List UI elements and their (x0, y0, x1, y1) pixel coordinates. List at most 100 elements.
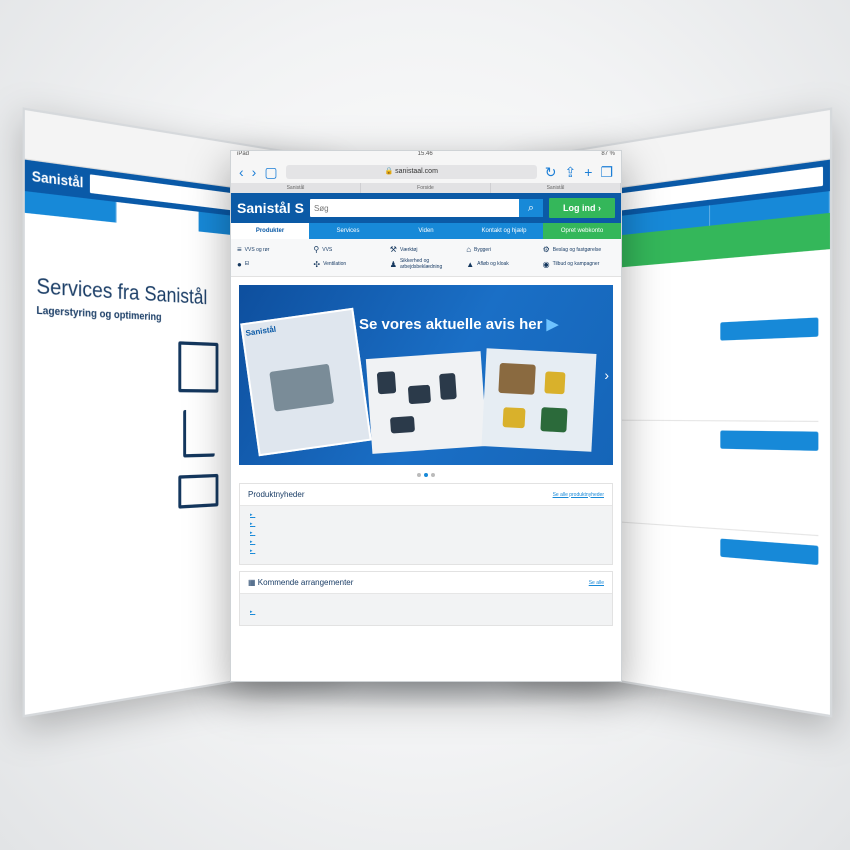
drill-icon (390, 416, 415, 434)
clock: 15.46 (418, 151, 433, 161)
category-item[interactable]: ≡ VVS og rør (237, 245, 309, 254)
panel-title: Produktnyheder (248, 490, 304, 499)
category-item[interactable]: ● El (237, 258, 309, 270)
bulb-icon: ● (237, 260, 242, 269)
category-label: El (245, 261, 249, 267)
back-icon[interactable]: ‹ (239, 165, 244, 179)
offer-icon: ◉ (543, 260, 550, 269)
browser-tab-active[interactable]: Forside (361, 183, 491, 193)
faucet-icon: ⚲ (313, 245, 319, 254)
site-header: Sanistål S ⌕ Log ind › (231, 193, 621, 223)
category-item[interactable]: ♟ Sikkerhed og arbejdsbeklædning (390, 258, 462, 270)
news-list (240, 506, 612, 564)
browser-tab[interactable]: Sanistål (491, 183, 621, 193)
news-link[interactable] (250, 520, 602, 529)
right-add-to-cart-button[interactable] (720, 430, 818, 450)
category-label: VVS (322, 247, 332, 253)
banner-chevron-icon: ▶ (547, 316, 559, 333)
carousel-dot-active[interactable] (424, 473, 428, 477)
shelving-icon (178, 341, 218, 392)
category-item[interactable]: ✣ Ventilation (313, 258, 385, 270)
reload-icon[interactable]: ↻ (545, 165, 557, 179)
category-item[interactable]: ⚒ Værktøj (390, 245, 462, 254)
news-link[interactable] (250, 547, 602, 556)
category-label: VVS og rør (245, 247, 270, 253)
category-item[interactable]: ⚙ Beslag og fastgørelse (543, 245, 615, 254)
carousel-dot[interactable] (431, 473, 435, 477)
drill-icon (408, 385, 431, 404)
category-label: Værktøj (400, 247, 418, 253)
forward-icon[interactable]: › (252, 165, 257, 179)
center-tablet: iPad 15.46 87 % ‹ › ▢ 🔒 sanistaal.com ↻ … (230, 150, 622, 682)
panel-header: ▦ Kommende arrangementer Se alle (240, 572, 612, 594)
calendar-icon: ▦ (248, 578, 256, 587)
product-news-panel: Produktnyheder Se alle produktnyheder (239, 483, 613, 565)
category-label: Sikkerhed og arbejdsbeklædning (400, 258, 462, 270)
new-tab-icon[interactable]: + (584, 165, 592, 179)
category-label: Byggeri (474, 247, 491, 253)
site-logo[interactable]: Sanistål S (237, 200, 304, 216)
login-button[interactable]: Log ind › (549, 198, 615, 218)
share-icon[interactable]: ⇪ (565, 165, 577, 179)
drill-icon (544, 371, 565, 394)
category-item[interactable]: ⌂ Byggeri (466, 245, 538, 254)
magazine-spread-left (366, 351, 487, 454)
nav-create-account[interactable]: Opret webkonto (543, 223, 621, 239)
drill-icon (377, 371, 396, 394)
main-nav: Produkter Services Viden Kontakt og hjæl… (231, 223, 621, 239)
left-logo: Sanistål (32, 168, 84, 191)
drain-icon: ▲ (466, 260, 474, 269)
magazine-cover-image: Sanistål (240, 308, 372, 457)
news-link[interactable] (250, 538, 602, 547)
status-bar: iPad 15.46 87 % (231, 151, 621, 161)
nav-tab-products[interactable]: Produkter (231, 223, 309, 239)
worker-photo (498, 363, 536, 395)
category-label: Tilbud og kampagner (553, 261, 600, 267)
worker-photo (269, 364, 334, 412)
tabs-icon[interactable]: ❐ (600, 165, 613, 179)
browser-tab[interactable]: Sanistål (231, 183, 361, 193)
category-item[interactable]: ⚲ VVS (313, 245, 385, 254)
bookmarks-icon[interactable]: ▢ (264, 165, 277, 179)
pipe-icon: ≡ (237, 245, 242, 254)
right-add-to-cart-button[interactable] (720, 539, 818, 565)
promo-banner[interactable]: Sanistål Se vores aktuelle avis her ▶ › (239, 285, 613, 465)
drill-icon (503, 407, 526, 428)
banner-headline-text: Se vores aktuelle avis her (359, 316, 542, 333)
hand-truck-icon (183, 410, 214, 458)
news-link[interactable] (250, 511, 602, 520)
screw-icon: ⚙ (543, 245, 550, 254)
search-input[interactable] (310, 204, 519, 213)
person-icon: ♟ (390, 260, 397, 269)
search-icon[interactable]: ⌕ (519, 199, 543, 217)
news-link[interactable] (250, 529, 602, 538)
magazine-spread-right (482, 348, 597, 452)
carousel-dot[interactable] (417, 473, 421, 477)
panel-title-text: Kommende arrangementer (258, 578, 354, 587)
category-item[interactable]: ▲ Afløb og kloak (466, 258, 538, 270)
magazine-logo: Sanistål (245, 325, 277, 338)
event-link[interactable] (250, 608, 602, 617)
events-panel: ▦ Kommende arrangementer Se alle (239, 571, 613, 626)
browser-tabs: Sanistål Forside Sanistål (231, 183, 621, 193)
category-label: Beslag og fastgørelse (553, 247, 601, 253)
logo-mark-icon: S (295, 200, 304, 216)
nav-tab-knowledge[interactable]: Viden (387, 223, 465, 239)
nav-tab-contact[interactable]: Kontakt og hjælp (465, 223, 543, 239)
building-icon: ⌂ (466, 245, 471, 254)
panel-header: Produktnyheder Se alle produktnyheder (240, 484, 612, 506)
drill-icon (540, 407, 567, 432)
fan-icon: ✣ (313, 260, 320, 269)
see-all-events-link[interactable]: Se alle (589, 580, 604, 586)
search-box: ⌕ (310, 199, 543, 217)
see-all-news-link[interactable]: Se alle produktnyheder (553, 492, 604, 498)
url-text: sanistaal.com (395, 168, 438, 175)
nav-tab-services[interactable]: Services (309, 223, 387, 239)
event-date (250, 599, 602, 608)
banner-next-icon[interactable]: › (604, 367, 609, 383)
banner-headline: Se vores aktuelle avis her ▶ (359, 315, 558, 333)
address-field[interactable]: 🔒 sanistaal.com (286, 165, 537, 179)
events-list (240, 594, 612, 625)
category-item[interactable]: ◉ Tilbud og kampagner (543, 258, 615, 270)
laptop-icon (178, 474, 218, 509)
